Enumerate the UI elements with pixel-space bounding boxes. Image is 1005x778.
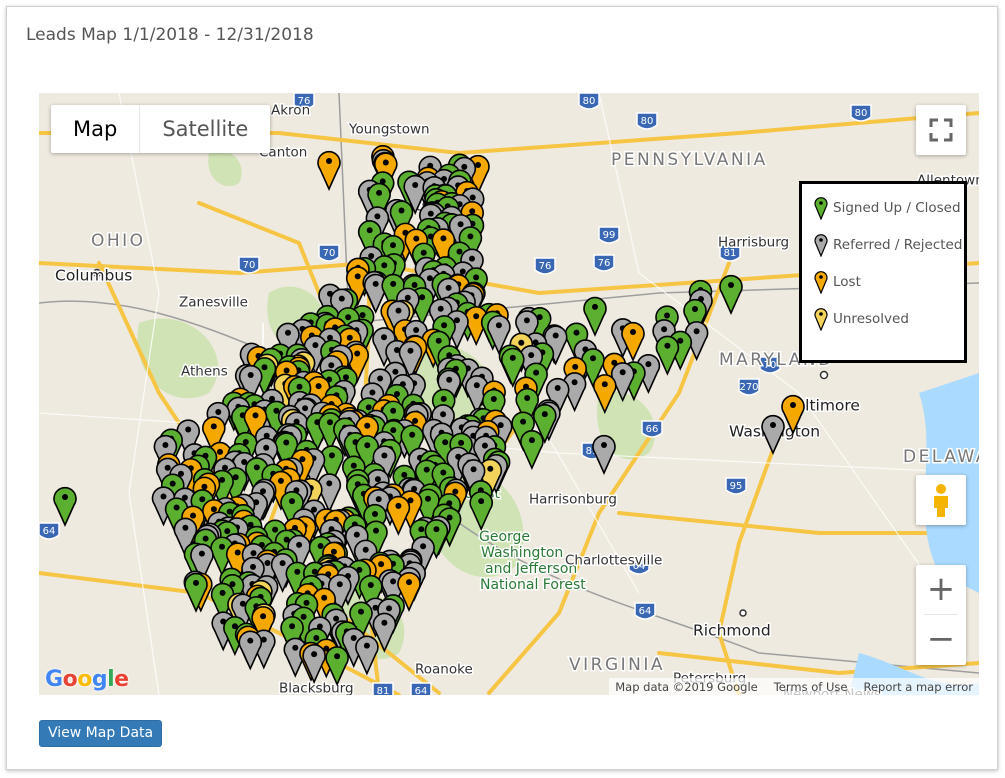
highway-shield: 81 [372,682,394,695]
highway-shield: 80 [578,93,600,110]
report-error-link[interactable]: Report a map error [863,680,973,694]
map-label: Roanoke [415,662,473,678]
street-view-button[interactable] [916,475,966,525]
svg-text:95: 95 [730,481,743,492]
green-pin-icon [814,197,828,220]
legend-item: Lost [814,270,861,294]
highway-shield: 80 [636,112,658,130]
highway-shield: 66 [641,420,663,438]
svg-text:80: 80 [855,108,868,119]
highway-shield: 76 [593,254,615,272]
fullscreen-button[interactable] [916,105,966,155]
svg-text:81: 81 [377,686,390,695]
legend-item: Signed Up / Closed [814,196,961,220]
svg-text:70: 70 [323,248,336,259]
fullscreen-icon [929,118,953,142]
map-label: PENNSYLVANIA [611,150,768,170]
highway-shield: 99 [598,226,620,244]
svg-text:80: 80 [583,96,596,107]
card-title: Leads Map 1/1/2018 - 12/31/2018 [26,25,314,45]
map-label: Charlottesville [565,553,662,569]
svg-text:76: 76 [539,261,552,272]
map-label: Youngstown [348,122,430,138]
legend-item: Referred / Rejected [814,233,962,257]
gray-pin-icon [814,234,828,257]
highway-shield: 64 [410,682,432,695]
svg-text:270: 270 [739,382,758,393]
google-logo[interactable]: Google [45,667,129,692]
map-legend: Signed Up / Closed Referred / Rejected L… [799,181,967,363]
satellite-button[interactable]: Satellite [139,105,270,153]
legend-label: Lost [833,274,861,290]
map-label: VIRGINIA [569,655,665,675]
map-label: Athens [181,364,228,380]
highway-shield: 64 [39,522,60,540]
map-label: George [479,529,530,545]
svg-text:66: 66 [646,424,659,435]
terms-link[interactable]: Terms of Use [774,680,848,694]
map-label: Harrisonburg [529,492,617,508]
svg-text:99: 99 [603,230,616,241]
svg-text:80: 80 [641,116,654,127]
yellow-pin-icon [814,308,828,331]
map-label: Columbus [55,267,132,285]
orange-pin-icon [814,271,828,294]
highway-shield: 270 [738,378,760,396]
highway-shield: 70 [318,244,340,262]
map-label: Washington [481,545,563,561]
svg-text:64: 64 [639,606,652,617]
svg-text:64: 64 [43,526,56,537]
legend-label: Signed Up / Closed [833,200,961,216]
highway-shield: 70 [238,256,260,274]
map-label: Harrisburg [718,235,789,251]
highway-shield: 95 [725,477,747,495]
map-label: OHIO [91,231,146,251]
map-button[interactable]: Map [51,105,139,153]
zoom-in-button[interactable]: + [916,565,966,614]
map-label: Richmond [693,622,771,640]
map-label: Zanesville [179,295,248,311]
leads-map[interactable]: 76 80 80 80 70 70 76 76 99 81 70 270 95 66 64 64 64 81 81 6… [39,93,979,695]
map-label: DELAWARE [903,447,979,467]
map-label: Blacksburg [279,681,354,696]
highway-shield: 64 [634,602,656,620]
svg-text:64: 64 [415,686,428,695]
pegman-icon [934,484,948,517]
zoom-out-button[interactable]: − [916,615,966,664]
map-label: National Forest [480,577,586,593]
legend-label: Unresolved [833,311,909,327]
zoom-control: + − [916,565,966,665]
map-data-text: Map data ©2019 Google [615,679,758,694]
legend-item: Unresolved [814,307,909,331]
legend-label: Referred / Rejected [833,237,963,253]
highway-shield: 76 [534,257,556,275]
svg-text:76: 76 [598,258,611,269]
view-map-data-button[interactable]: View Map Data [39,720,163,747]
highway-shield: 80 [850,104,872,122]
map-label: and Jefferson [485,561,577,577]
map-label: Akron [271,103,310,119]
map-attribution: Map data ©2019 Google Terms of Use Repor… [609,678,979,695]
leads-map-card: Leads Map 1/1/2018 - 12/31/2018 76 80 80… [6,6,998,770]
svg-text:70: 70 [243,260,256,271]
map-type-control: Map Satellite [51,105,271,153]
